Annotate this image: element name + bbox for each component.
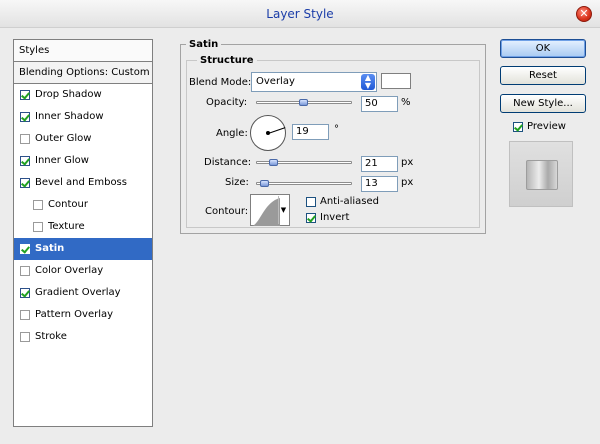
preview-swatch xyxy=(526,160,558,190)
style-item-label: Inner Shadow xyxy=(35,111,104,122)
style-item-satin[interactable]: Satin xyxy=(14,238,152,260)
style-item-checkbox[interactable] xyxy=(20,178,30,188)
blend-mode-label: Blend Mode: xyxy=(189,77,252,88)
preview-label: Preview xyxy=(527,121,566,132)
style-item-pattern-overlay[interactable]: Pattern Overlay xyxy=(14,304,152,326)
style-item-checkbox[interactable] xyxy=(20,112,30,122)
contour-dropdown-arrow[interactable]: ▼ xyxy=(278,196,288,224)
preview-checkbox[interactable] xyxy=(513,121,523,132)
angle-unit: ° xyxy=(334,124,339,135)
style-item-label: Contour xyxy=(48,199,88,210)
style-item-label: Drop Shadow xyxy=(35,89,102,100)
size-unit: px xyxy=(401,177,414,188)
style-item-drop-shadow[interactable]: Drop Shadow xyxy=(14,84,152,106)
opacity-unit: % xyxy=(401,97,411,108)
style-item-bevel-and-emboss[interactable]: Bevel and Emboss xyxy=(14,172,152,194)
close-icon[interactable]: ✕ xyxy=(576,6,592,22)
style-item-contour[interactable]: Contour xyxy=(14,194,152,216)
contour-curve-icon xyxy=(252,198,280,226)
size-input[interactable]: 13 xyxy=(361,176,398,192)
distance-label: Distance: xyxy=(204,157,252,168)
contour-picker[interactable]: ▼ xyxy=(250,194,290,226)
blend-mode-value: Overlay xyxy=(256,76,295,87)
opacity-label: Opacity: xyxy=(206,97,248,108)
angle-needle xyxy=(268,127,286,134)
style-item-label: Pattern Overlay xyxy=(35,309,114,320)
size-slider[interactable] xyxy=(256,182,352,185)
title-bar: Layer Style ✕ xyxy=(0,0,600,28)
reset-button[interactable]: Reset xyxy=(500,66,586,85)
invert-checkbox[interactable] xyxy=(306,212,316,223)
window-title: Layer Style xyxy=(266,7,334,21)
invert-row[interactable]: Invert xyxy=(306,212,349,223)
opacity-input[interactable]: 50 xyxy=(361,96,398,112)
style-item-label: Inner Glow xyxy=(35,155,89,166)
style-item-checkbox[interactable] xyxy=(20,288,30,298)
style-item-checkbox[interactable] xyxy=(20,332,30,342)
style-item-checkbox[interactable] xyxy=(20,266,30,276)
style-item-label: Color Overlay xyxy=(35,265,104,276)
distance-input[interactable]: 21 xyxy=(361,156,398,172)
color-swatch[interactable] xyxy=(381,73,411,89)
distance-unit: px xyxy=(401,157,414,168)
blending-options-item[interactable]: Blending Options: Custom xyxy=(14,62,152,84)
style-item-color-overlay[interactable]: Color Overlay xyxy=(14,260,152,282)
styles-panel: Styles Blending Options: Custom Drop Sha… xyxy=(13,39,153,427)
satin-group-title: Satin xyxy=(186,39,222,50)
style-item-checkbox[interactable] xyxy=(20,310,30,320)
style-item-gradient-overlay[interactable]: Gradient Overlay xyxy=(14,282,152,304)
invert-label: Invert xyxy=(320,212,350,223)
angle-input[interactable]: 19 xyxy=(292,124,329,140)
style-item-stroke[interactable]: Stroke xyxy=(14,326,152,348)
style-item-label: Bevel and Emboss xyxy=(35,177,127,188)
style-item-checkbox[interactable] xyxy=(20,244,30,254)
style-item-label: Outer Glow xyxy=(35,133,92,144)
style-item-label: Gradient Overlay xyxy=(35,287,121,298)
anti-aliased-row[interactable]: Anti-aliased xyxy=(306,196,379,207)
style-item-label: Texture xyxy=(48,221,85,232)
anti-aliased-label: Anti-aliased xyxy=(320,196,380,207)
style-item-checkbox[interactable] xyxy=(20,134,30,144)
style-item-inner-glow[interactable]: Inner Glow xyxy=(14,150,152,172)
style-item-texture[interactable]: Texture xyxy=(14,216,152,238)
style-item-checkbox[interactable] xyxy=(20,156,30,166)
distance-slider-thumb[interactable] xyxy=(269,159,278,166)
style-item-label: Stroke xyxy=(35,331,67,342)
ok-button[interactable]: OK xyxy=(500,39,586,58)
blend-mode-select[interactable]: Overlay ▲ ▼ xyxy=(251,72,377,92)
preview-row[interactable]: Preview xyxy=(513,121,566,132)
structure-group-title: Structure xyxy=(197,55,257,66)
style-item-checkbox[interactable] xyxy=(33,200,43,210)
styles-header[interactable]: Styles xyxy=(14,40,152,62)
style-item-checkbox[interactable] xyxy=(20,90,30,100)
anti-aliased-checkbox[interactable] xyxy=(306,196,316,207)
angle-label: Angle: xyxy=(216,128,248,139)
angle-dial[interactable] xyxy=(250,115,286,151)
style-item-outer-glow[interactable]: Outer Glow xyxy=(14,128,152,150)
style-item-checkbox[interactable] xyxy=(33,222,43,232)
size-slider-thumb[interactable] xyxy=(260,180,269,187)
style-list: Drop Shadow Inner Shadow Outer Glow Inner G… xyxy=(14,84,152,348)
style-preview-thumbnail xyxy=(509,141,573,207)
spin-arrows-icon: ▲ ▼ xyxy=(361,74,375,90)
contour-label: Contour: xyxy=(205,206,249,217)
size-label: Size: xyxy=(225,177,249,188)
new-style-button[interactable]: New Style... xyxy=(500,94,586,113)
angle-center xyxy=(266,131,270,135)
opacity-slider-thumb[interactable] xyxy=(299,99,308,106)
style-item-inner-shadow[interactable]: Inner Shadow xyxy=(14,106,152,128)
style-item-label: Satin xyxy=(35,243,65,254)
